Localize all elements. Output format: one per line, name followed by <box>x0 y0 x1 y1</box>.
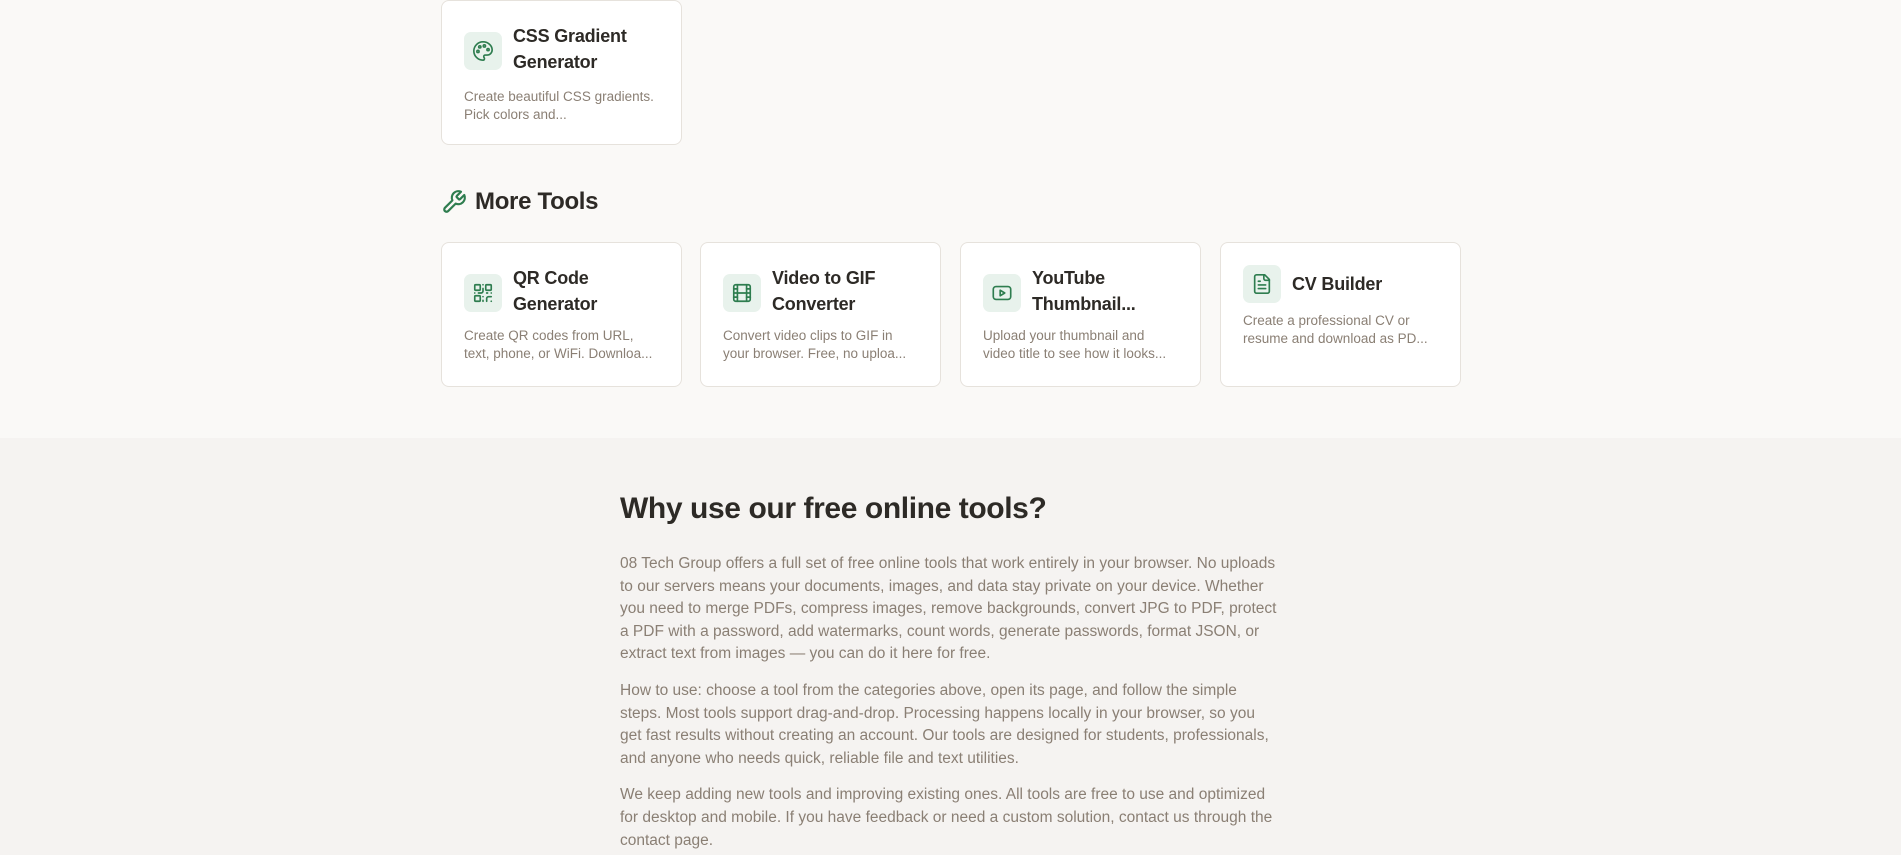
card-header: QR Code Generator <box>464 265 659 317</box>
film-icon <box>723 274 761 312</box>
tool-card-qr-code-generator[interactable]: QR Code Generator Create QR codes from U… <box>441 242 682 387</box>
tool-card-video-to-gif[interactable]: Video to GIF Converter Convert video cli… <box>700 242 941 387</box>
section-heading-more-tools: More Tools <box>441 188 599 216</box>
tool-card-youtube-thumbnail[interactable]: YouTube Thumbnail... Upload your thumbna… <box>960 242 1201 387</box>
card-description: Create a professional CV or resume and d… <box>1243 313 1428 346</box>
tool-card-css-gradient-generator[interactable]: CSS Gradient Generator Create beautiful … <box>441 0 682 145</box>
wrench-icon <box>443 190 466 213</box>
card-description: Convert video clips to GIF in your brows… <box>723 328 907 361</box>
card-title: YouTube Thumbnail... <box>1032 268 1136 314</box>
youtube-icon <box>983 274 1021 312</box>
card-header: YouTube Thumbnail... <box>983 265 1178 317</box>
why-title: Why use our free online tools? <box>620 492 1047 525</box>
why-section: Why use our free online tools? 08 Tech G… <box>0 438 1901 855</box>
qr-code-icon <box>464 274 502 312</box>
card-title: CSS Gradient Generator <box>513 26 627 72</box>
card-description: Create beautiful CSS gradients. Pick col… <box>464 89 654 122</box>
card-description: Create QR codes from URL, text, phone, o… <box>464 328 653 361</box>
palette-icon <box>464 32 502 70</box>
tool-card-cv-builder[interactable]: CV Builder Create a professional CV or r… <box>1220 242 1461 387</box>
card-title: Video to GIF Converter <box>772 268 876 314</box>
section-title: More Tools <box>475 188 599 215</box>
document-icon <box>1243 265 1281 303</box>
tools-section: CSS Gradient Generator Create beautiful … <box>0 0 1901 438</box>
why-paragraph: 08 Tech Group offers a full set of free … <box>620 555 1277 663</box>
why-paragraph: We keep adding new tools and improving e… <box>620 786 1273 849</box>
card-header: CV Builder <box>1243 265 1438 303</box>
card-description: Upload your thumbnail and video title to… <box>983 328 1167 361</box>
card-header: Video to GIF Converter <box>723 265 918 317</box>
card-header: CSS Gradient Generator <box>464 23 659 75</box>
why-paragraph: How to use: choose a tool from the categ… <box>620 681 1269 767</box>
why-content: Why use our free online tools? 08 Tech G… <box>620 490 1280 852</box>
card-title: CV Builder <box>1292 274 1383 294</box>
card-title: QR Code Generator <box>513 268 598 314</box>
